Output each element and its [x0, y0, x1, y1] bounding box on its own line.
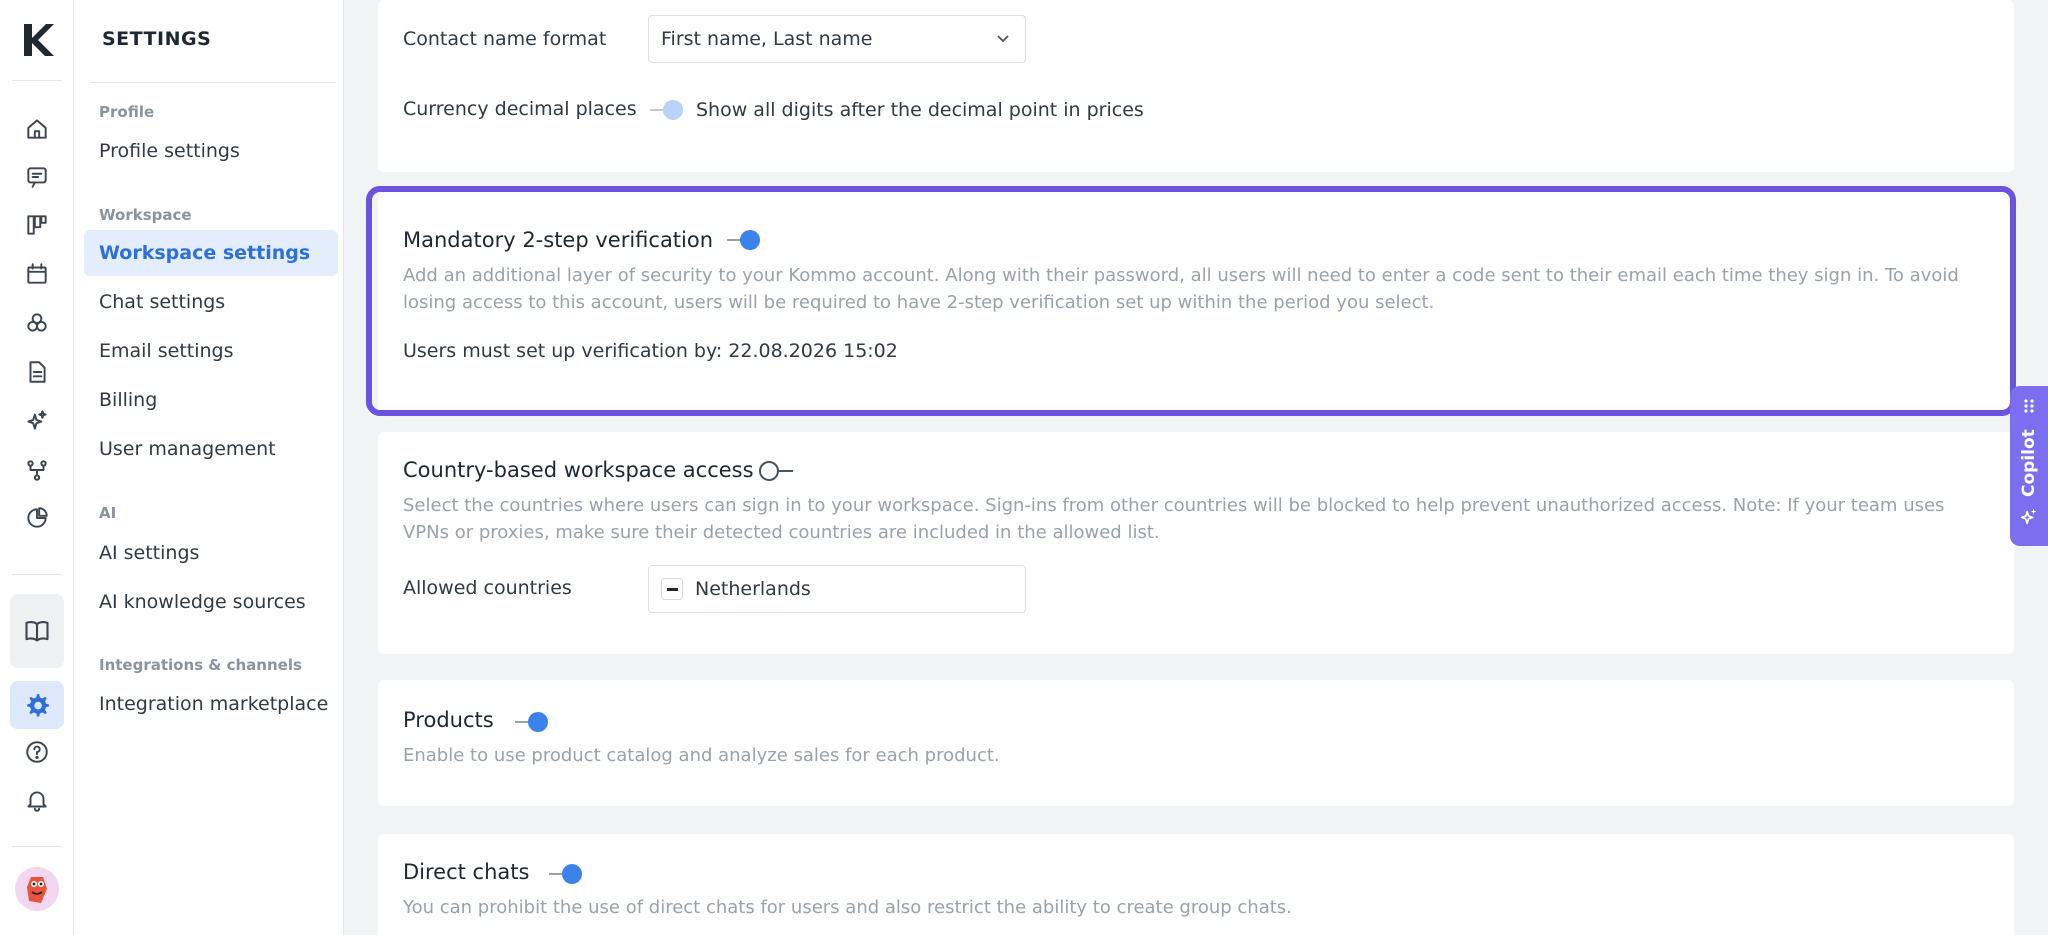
menu-group-workspace: Workspace [99, 206, 192, 224]
copilot-tab[interactable]: Copilot [2010, 386, 2048, 546]
two-step-title: Mandatory 2-step verification [403, 228, 714, 252]
products-title: Products [403, 708, 494, 732]
two-step-toggle[interactable] [727, 229, 761, 251]
home-icon[interactable] [21, 113, 53, 145]
two-step-deadline: Users must set up verification by: 22.08… [403, 340, 898, 362]
drag-handle-icon[interactable] [2021, 398, 2037, 414]
products-toggle[interactable] [515, 711, 549, 733]
two-step-description: Add an additional layer of security to y… [403, 265, 1959, 313]
menu-item-workspace-settings[interactable]: Workspace settings [84, 230, 338, 276]
pipeline-icon[interactable] [21, 209, 53, 241]
contact-name-label: Contact name format [403, 28, 607, 50]
kommo-logo[interactable] [18, 22, 56, 58]
menu-group-integrations: Integrations & channels [99, 656, 302, 674]
two-step-card: Mandatory 2-step verification Add an add… [378, 192, 2014, 412]
direct-chats-toggle[interactable] [549, 863, 583, 885]
direct-chats-description: You can prohibit the use of direct chats… [403, 897, 1292, 918]
country-access-description: Select the countries where users can sig… [403, 495, 1945, 543]
allowed-countries-select[interactable]: Netherlands [648, 565, 1026, 613]
direct-chats-card: Direct chats You can prohibit the use of… [378, 834, 2014, 935]
menu-item-ai-settings[interactable]: AI settings [84, 530, 338, 576]
stats-icon[interactable] [21, 502, 53, 534]
menu-group-ai: AI [99, 504, 117, 522]
currency-label: Currency decimal places [403, 98, 637, 120]
currency-toggle[interactable] [650, 99, 684, 121]
document-icon[interactable] [21, 356, 53, 388]
allowed-countries-value: Netherlands [695, 578, 811, 600]
bell-icon[interactable] [21, 784, 53, 816]
direct-chats-title: Direct chats [403, 860, 530, 884]
menu-group-profile: Profile [99, 103, 155, 121]
automation-icon[interactable] [21, 454, 53, 486]
avatar[interactable] [15, 867, 59, 911]
country-access-toggle[interactable] [759, 460, 793, 482]
lists-icon[interactable] [21, 307, 53, 339]
country-access-card: Country-based workspace access Select th… [378, 432, 2014, 654]
contact-name-value: First name, Last name [661, 28, 873, 50]
menu-item-ai-knowledge-sources[interactable]: AI knowledge sources [84, 579, 338, 625]
gear-icon[interactable] [10, 681, 64, 729]
ai-sparkle-icon[interactable] [21, 405, 53, 437]
menu-item-user-management[interactable]: User management [84, 426, 338, 472]
chat-icon[interactable] [21, 161, 53, 193]
calendar-icon[interactable] [21, 258, 53, 290]
settings-menu: SETTINGS Profile Profile settings Worksp… [74, 0, 344, 935]
chevron-down-icon [997, 35, 1009, 43]
contact-name-select[interactable]: First name, Last name [648, 15, 1026, 63]
products-card: Products Enable to use product catalog a… [378, 680, 2014, 806]
app-rail [0, 0, 74, 935]
sparkle-icon [2020, 508, 2037, 525]
menu-item-billing[interactable]: Billing [84, 377, 338, 423]
products-description: Enable to use product catalog and analyz… [403, 745, 1000, 766]
settings-title: SETTINGS [102, 28, 212, 50]
book-icon[interactable] [10, 594, 64, 668]
country-access-title: Country-based workspace access [403, 458, 754, 482]
menu-item-email-settings[interactable]: Email settings [84, 328, 338, 374]
help-icon[interactable] [21, 736, 53, 768]
general-settings-card: Contact name format First name, Last nam… [378, 0, 2014, 172]
menu-item-profile-settings[interactable]: Profile settings [84, 128, 338, 174]
currency-toggle-text: Show all digits after the decimal point … [696, 99, 1144, 121]
menu-item-integration-marketplace[interactable]: Integration marketplace [84, 681, 338, 727]
copilot-label: Copilot [2019, 429, 2039, 497]
menu-item-chat-settings[interactable]: Chat settings [84, 279, 338, 325]
deselect-icon[interactable] [661, 578, 683, 600]
allowed-countries-label: Allowed countries [403, 577, 572, 599]
